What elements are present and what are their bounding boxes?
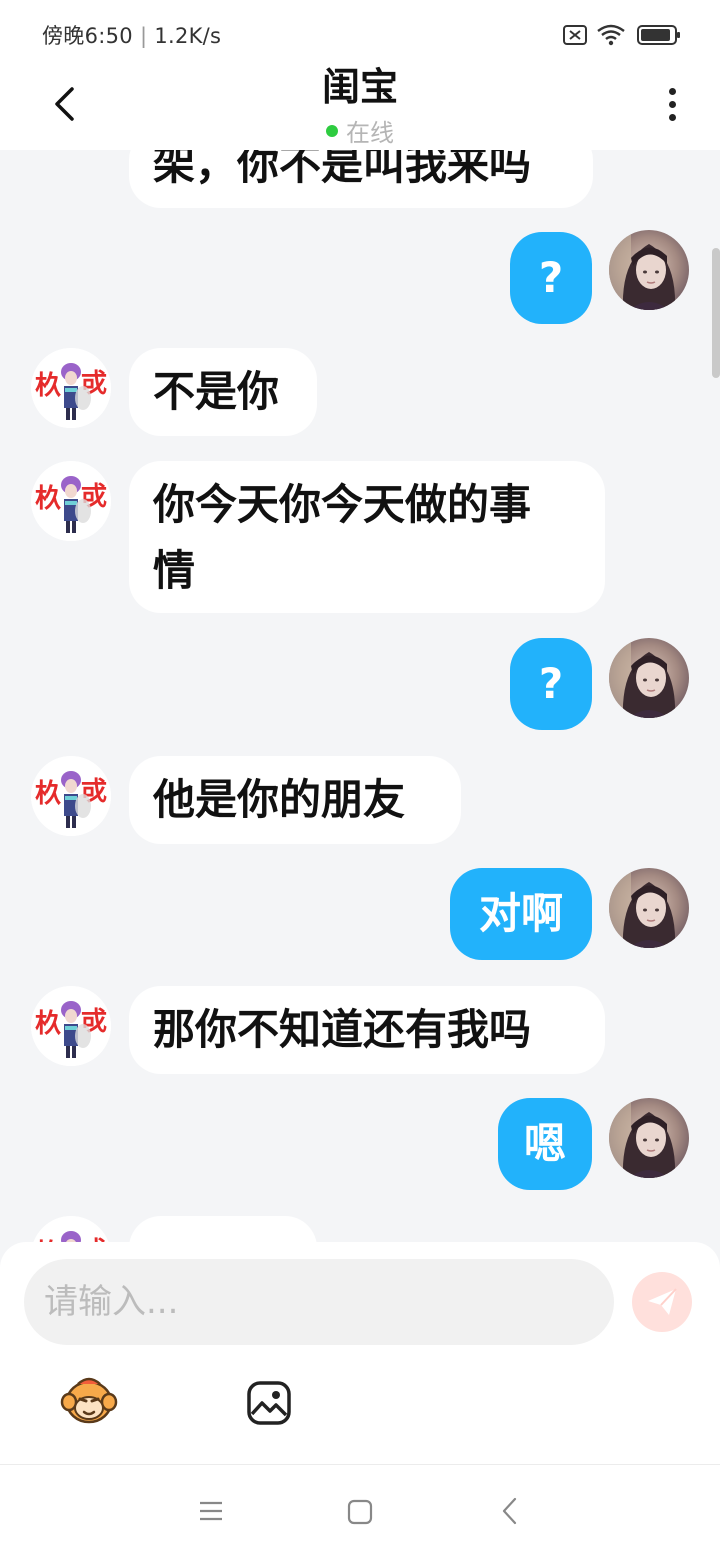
message-text: 不是你 [153,367,280,416]
status-icons [562,22,682,48]
chat-header: 闺宝 在线 [0,62,720,150]
avatar[interactable] [609,1098,689,1178]
image-icon [247,1381,291,1425]
message-bubble: 嗯 [498,1098,592,1190]
message-bubble: ? [510,232,592,324]
message-text: 嗯 [523,1119,566,1168]
message-text: ? [538,659,564,708]
clock: 傍晚6:50 [42,24,133,48]
menu-icon [200,1501,222,1521]
scrollbar[interactable] [712,248,720,378]
avatar[interactable] [31,461,111,541]
message-text: 对啊 [478,889,563,938]
message-bubble: 那你不知道还有我吗 [129,986,605,1074]
back-nav-button[interactable] [500,1497,520,1529]
more-icon-dot [668,100,676,108]
avatar[interactable] [609,230,689,310]
message-input[interactable] [24,1259,614,1345]
message-text: 你今天你今天做的事 [153,480,532,529]
avatar[interactable] [31,348,111,428]
back-nav-icon [502,1497,517,1525]
message-bubble: 架，你不是叫我来吗 [129,150,593,208]
online-label: 在线 [346,119,394,147]
message-text: 那你不知道还有我吗 [153,1005,532,1054]
chat-title: 闺宝 [321,65,398,109]
home-icon [347,1499,373,1525]
more-icon [668,87,676,95]
avatar[interactable] [609,638,689,718]
online-dot [326,125,338,137]
more-button[interactable] [652,78,692,130]
message-bubble: 不是你 [129,348,317,436]
message-text: 情 [153,546,196,595]
emoji-icon [60,1377,118,1424]
status-time: 傍晚6:50 | 1.2K/s [42,24,222,48]
emoji-button[interactable] [60,1372,118,1428]
wifi-icon [597,24,625,46]
message-bubble: ? [510,638,592,730]
avatar[interactable] [31,1216,111,1242]
system-nav-bar [0,1464,720,1561]
message-text: ? [538,253,564,302]
message-text: 架，你不是叫我来吗 [153,150,532,189]
image-button[interactable] [246,1380,292,1426]
avatar[interactable] [609,868,689,948]
message-bubble: 他是你的朋友 [129,756,461,844]
menu-nav-button[interactable] [198,1498,224,1528]
more-icon-dot [668,113,676,121]
sim-off-icon [563,25,587,45]
message-text: 他是你的朋友 [153,775,406,824]
message-bubble [129,1216,317,1242]
home-nav-button[interactable] [347,1499,373,1529]
status-bar: 傍晚6:50 | 1.2K/s [0,0,720,62]
network-speed: 1.2K/s [154,24,222,48]
online-status: 在线 [0,116,720,150]
battery-icon [637,25,680,45]
message-bubble: 对啊 [450,868,592,960]
avatar[interactable] [31,756,111,836]
send-icon [648,1288,677,1315]
message-bubble: 你今天你今天做的事 情 [129,461,605,613]
message-list[interactable]: 架，你不是叫我来吗 ? 不是你 你今天你今天做的事 情 ? 他是你的朋友 对啊 … [0,150,720,1242]
input-panel [0,1242,720,1464]
send-button[interactable] [632,1272,692,1332]
avatar[interactable] [31,986,111,1066]
